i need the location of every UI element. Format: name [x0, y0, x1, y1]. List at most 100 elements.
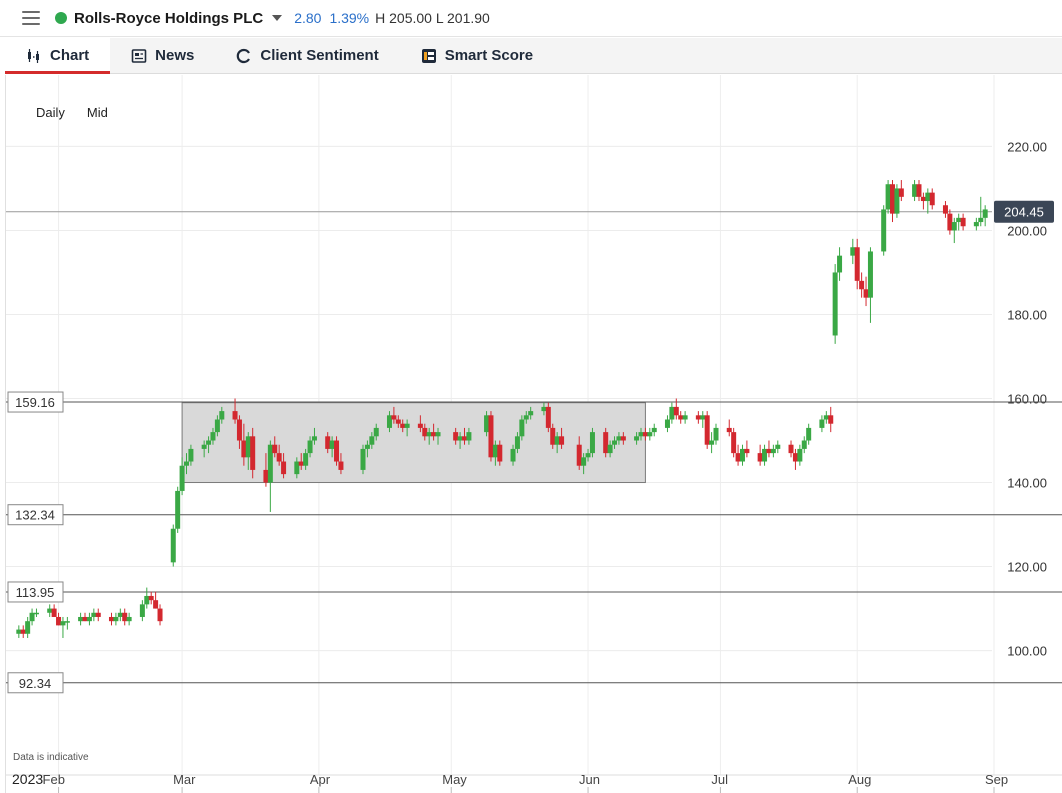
candle[interactable]: [916, 184, 922, 197]
candle[interactable]: [519, 419, 525, 437]
candle[interactable]: [157, 608, 163, 622]
candle[interactable]: [634, 436, 640, 441]
candle[interactable]: [823, 415, 829, 420]
candle[interactable]: [338, 461, 344, 470]
candle[interactable]: [263, 469, 269, 483]
candle[interactable]: [113, 616, 119, 622]
candle[interactable]: [219, 411, 225, 420]
candle[interactable]: [139, 604, 145, 617]
chart-panel[interactable]: Daily Mid 100.00 120.00 140.00 160.00 180.00…: [5, 75, 1062, 793]
candle[interactable]: [585, 453, 591, 458]
candle[interactable]: [669, 406, 675, 420]
candle[interactable]: [29, 612, 35, 622]
price-chart[interactable]: 100.00 120.00 140.00 160.00 180.00 200.00 220.…: [6, 75, 1062, 793]
candle[interactable]: [250, 436, 256, 470]
candle[interactable]: [612, 440, 618, 445]
candle[interactable]: [400, 423, 406, 428]
candle[interactable]: [95, 612, 101, 617]
candle[interactable]: [894, 188, 900, 214]
candle[interactable]: [792, 453, 798, 462]
candle[interactable]: [912, 184, 918, 197]
candle[interactable]: [492, 444, 498, 458]
candle[interactable]: [603, 432, 609, 454]
candle[interactable]: [859, 280, 865, 290]
candle[interactable]: [788, 444, 794, 454]
candle[interactable]: [713, 427, 719, 441]
candle[interactable]: [329, 440, 335, 449]
candle[interactable]: [956, 217, 962, 223]
candle[interactable]: [828, 415, 834, 424]
candle[interactable]: [925, 192, 931, 202]
candle[interactable]: [391, 415, 397, 420]
candle[interactable]: [929, 192, 935, 206]
candle[interactable]: [960, 217, 966, 227]
candle[interactable]: [541, 406, 547, 412]
candle[interactable]: [51, 608, 57, 617]
candle[interactable]: [854, 247, 860, 281]
candle[interactable]: [78, 616, 84, 622]
candle[interactable]: [175, 490, 181, 529]
chevron-down-icon[interactable]: [272, 15, 283, 21]
candle[interactable]: [232, 411, 238, 420]
candle[interactable]: [973, 222, 979, 227]
candle[interactable]: [770, 448, 776, 454]
candle[interactable]: [86, 616, 92, 622]
tab-client-sentiment[interactable]: Client Sentiment: [215, 38, 399, 73]
candle[interactable]: [832, 272, 838, 336]
candle[interactable]: [890, 184, 896, 214]
candle[interactable]: [47, 608, 53, 613]
candle[interactable]: [360, 448, 366, 470]
candle[interactable]: [214, 419, 220, 433]
candle[interactable]: [863, 289, 869, 298]
candle[interactable]: [757, 453, 763, 462]
candle[interactable]: [144, 595, 150, 605]
candle[interactable]: [523, 415, 529, 420]
candle[interactable]: [731, 432, 737, 454]
candle[interactable]: [281, 461, 287, 475]
candle[interactable]: [589, 432, 595, 454]
candle[interactable]: [201, 444, 207, 449]
candle[interactable]: [559, 436, 565, 445]
candle[interactable]: [550, 427, 556, 445]
candle[interactable]: [695, 415, 701, 420]
candle[interactable]: [364, 444, 370, 449]
candle[interactable]: [951, 222, 957, 231]
candle[interactable]: [325, 436, 331, 449]
candle[interactable]: [898, 188, 904, 197]
candle[interactable]: [709, 440, 715, 445]
candle[interactable]: [60, 621, 66, 626]
candle[interactable]: [638, 432, 644, 437]
candle[interactable]: [642, 432, 648, 437]
candle[interactable]: [373, 427, 379, 437]
candle[interactable]: [334, 440, 340, 462]
candle[interactable]: [739, 448, 745, 462]
candle[interactable]: [982, 209, 988, 218]
candle[interactable]: [108, 616, 114, 622]
candle[interactable]: [431, 432, 437, 437]
candle[interactable]: [386, 415, 392, 428]
candle[interactable]: [25, 621, 31, 634]
candle[interactable]: [426, 432, 432, 437]
candle[interactable]: [236, 419, 242, 441]
candle[interactable]: [488, 415, 494, 458]
candle[interactable]: [867, 251, 873, 298]
candle[interactable]: [673, 406, 679, 416]
candle[interactable]: [651, 427, 657, 433]
candle[interactable]: [272, 444, 278, 454]
candle[interactable]: [678, 415, 684, 420]
candle[interactable]: [20, 629, 26, 634]
candle[interactable]: [744, 448, 750, 454]
candle[interactable]: [528, 411, 534, 416]
instrument-name[interactable]: Rolls-Royce Holdings PLC: [74, 10, 263, 27]
candle[interactable]: [576, 444, 582, 466]
candle[interactable]: [616, 436, 622, 441]
candle[interactable]: [920, 196, 926, 202]
candle[interactable]: [704, 415, 710, 445]
candle[interactable]: [91, 612, 97, 617]
candle[interactable]: [682, 415, 688, 420]
candle[interactable]: [395, 419, 401, 424]
candle[interactable]: [184, 461, 190, 466]
tab-news[interactable]: News: [110, 38, 215, 73]
candle[interactable]: [33, 612, 39, 615]
candle[interactable]: [581, 457, 587, 466]
